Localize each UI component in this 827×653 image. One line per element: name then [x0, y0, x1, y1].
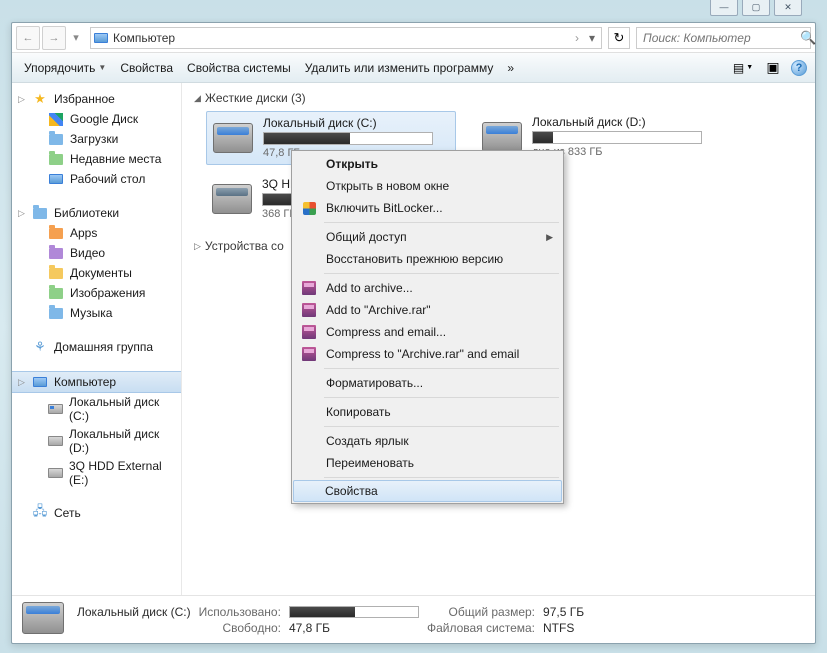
sidebar-item-google-drive[interactable]: Google Диск — [12, 109, 181, 129]
maximize-button[interactable]: ▢ — [742, 0, 770, 16]
separator — [324, 426, 559, 427]
minimize-button[interactable]: — — [710, 0, 738, 16]
network-header[interactable]: 🖧Сеть — [12, 503, 181, 523]
ctx-properties[interactable]: Свойства — [293, 480, 562, 502]
breadcrumb-separator[interactable]: › — [571, 31, 583, 45]
used-label: Использовано: — [199, 605, 281, 619]
ctx-bitlocker[interactable]: Включить BitLocker... — [294, 197, 561, 219]
winrar-icon — [302, 347, 316, 361]
winrar-icon — [302, 303, 316, 317]
sidebar-item-desktop[interactable]: Рабочий стол — [12, 169, 181, 189]
sidebar-item-apps[interactable]: Apps — [12, 223, 181, 243]
refresh-button[interactable]: ↻ — [608, 27, 630, 49]
sidebar-item-disk-c[interactable]: Локальный диск (C:) — [12, 393, 181, 425]
ctx-share[interactable]: Общий доступ▶ — [294, 226, 561, 248]
ctx-open[interactable]: Открыть — [294, 153, 561, 175]
winrar-icon — [302, 325, 316, 339]
hdd-ext-icon — [210, 177, 254, 221]
total-label: Общий размер: — [427, 605, 535, 619]
sidebar-item-videos[interactable]: Видео — [12, 243, 181, 263]
sidebar-item-documents[interactable]: Документы — [12, 263, 181, 283]
status-bar: Локальный диск (C:) Использовано: Общий … — [12, 595, 815, 643]
help-button[interactable]: ? — [791, 60, 807, 76]
back-button[interactable]: ← — [16, 26, 40, 50]
navigation-bar: ← → ▾ Компьютер › ▾ ↻ 🔍 — [12, 23, 815, 53]
computer-icon — [91, 29, 111, 47]
computer-header[interactable]: ▷Компьютер — [12, 371, 181, 393]
hdd-icon — [211, 116, 255, 160]
hdd-icon — [22, 602, 67, 638]
sidebar-item-pictures[interactable]: Изображения — [12, 283, 181, 303]
hard-disks-section[interactable]: ◢Жесткие диски (3) — [194, 91, 803, 105]
used-bar — [289, 606, 419, 618]
breadcrumb[interactable]: Компьютер — [111, 31, 571, 45]
ctx-create-shortcut[interactable]: Создать ярлык — [294, 430, 561, 452]
sidebar-item-recent[interactable]: Недавние места — [12, 149, 181, 169]
separator — [324, 222, 559, 223]
homegroup-header[interactable]: ⚘Домашняя группа — [12, 337, 181, 357]
winrar-icon — [302, 281, 316, 295]
search-icon[interactable]: 🔍 — [800, 30, 816, 46]
favorites-header[interactable]: ▷★Избранное — [12, 89, 181, 109]
fs-value: NTFS — [543, 621, 584, 635]
toolbar: Упорядочить▼ Свойства Свойства системы У… — [12, 53, 815, 83]
disk-usage-bar — [532, 131, 702, 144]
ctx-add-to-rar[interactable]: Add to "Archive.rar" — [294, 299, 561, 321]
preview-pane-button[interactable]: ▣ — [761, 57, 785, 79]
organize-menu[interactable]: Упорядочить▼ — [20, 59, 110, 77]
history-dropdown[interactable]: ▾ — [68, 26, 84, 50]
ctx-restore-version[interactable]: Восстановить прежнюю версию — [294, 248, 561, 270]
uninstall-button[interactable]: Удалить или изменить программу — [301, 59, 498, 77]
sidebar-item-disk-e[interactable]: 3Q HDD External (E:) — [12, 457, 181, 489]
separator — [324, 397, 559, 398]
address-dropdown[interactable]: ▾ — [583, 31, 601, 45]
fs-label: Файловая система: — [427, 621, 535, 635]
sidebar-item-disk-d[interactable]: Локальный диск (D:) — [12, 425, 181, 457]
ctx-format[interactable]: Форматировать... — [294, 372, 561, 394]
free-value: 47,8 ГБ — [289, 621, 419, 635]
close-button[interactable]: ✕ — [774, 0, 802, 16]
libraries-header[interactable]: ▷Библиотеки — [12, 203, 181, 223]
forward-button[interactable]: → — [42, 26, 66, 50]
search-box[interactable]: 🔍 — [636, 27, 811, 49]
properties-button[interactable]: Свойства — [116, 59, 177, 77]
ctx-open-new-window[interactable]: Открыть в новом окне — [294, 175, 561, 197]
submenu-arrow-icon: ▶ — [546, 232, 553, 243]
shield-icon — [303, 202, 316, 215]
sidebar-item-downloads[interactable]: Загрузки — [12, 129, 181, 149]
navigation-pane: ▷★Избранное Google Диск Загрузки Недавни… — [12, 83, 182, 595]
status-disk-name: Локальный диск (C:) — [77, 605, 191, 619]
ctx-compress-rar-email[interactable]: Compress to "Archive.rar" and email — [294, 343, 561, 365]
ctx-rename[interactable]: Переименовать — [294, 452, 561, 474]
window-controls: — ▢ ✕ — [710, 0, 802, 16]
separator — [324, 477, 559, 478]
address-bar[interactable]: Компьютер › ▾ — [90, 27, 602, 49]
search-input[interactable] — [637, 31, 800, 45]
context-menu: Открыть Открыть в новом окне Включить Bi… — [291, 150, 564, 504]
ctx-add-archive[interactable]: Add to archive... — [294, 277, 561, 299]
sidebar-item-music[interactable]: Музыка — [12, 303, 181, 323]
separator — [324, 273, 559, 274]
free-label: Свободно: — [199, 621, 281, 635]
ctx-compress-email[interactable]: Compress and email... — [294, 321, 561, 343]
system-properties-button[interactable]: Свойства системы — [183, 59, 295, 77]
total-value: 97,5 ГБ — [543, 605, 584, 619]
view-mode-button[interactable]: ▤▼ — [731, 57, 755, 79]
disk-usage-bar — [263, 132, 433, 145]
ctx-copy[interactable]: Копировать — [294, 401, 561, 423]
toolbar-overflow[interactable]: » — [503, 59, 518, 77]
separator — [324, 368, 559, 369]
